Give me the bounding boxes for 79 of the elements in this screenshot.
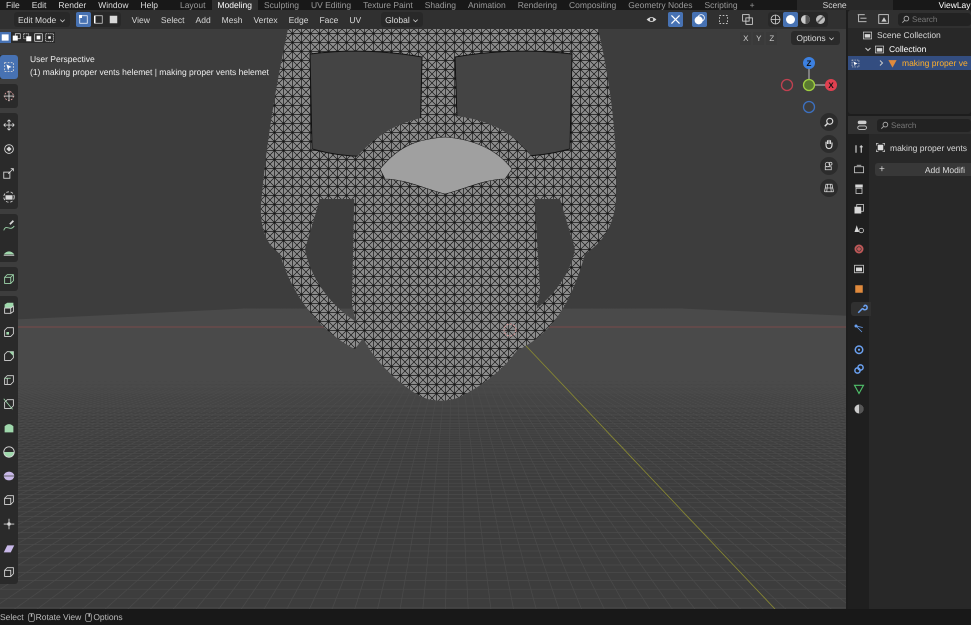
workspace-tab[interactable]: Texture Paint [357, 0, 419, 10]
workspace-tab[interactable]: Modeling [212, 0, 258, 10]
display-mode-icon[interactable] [877, 12, 891, 26]
mesh-select-icon[interactable] [716, 12, 731, 27]
orientation-dropdown[interactable]: Global [381, 12, 424, 27]
add-modifier-button[interactable]: + Add Modifi [875, 163, 971, 176]
options-dropdown[interactable]: Options [791, 31, 840, 45]
search-field[interactable]: Search [898, 12, 971, 26]
xray-icon[interactable] [740, 12, 755, 27]
menu-item[interactable]: UV [349, 14, 362, 24]
material-shading-icon[interactable] [798, 12, 813, 27]
menu-item[interactable]: File [0, 0, 26, 10]
scene-field[interactable]: Scene [796, 0, 893, 10]
menu-item[interactable]: View [132, 14, 150, 24]
camera-icon[interactable] [820, 157, 838, 175]
caret-icon [58, 16, 66, 24]
workspace-tab[interactable]: Scripting [698, 0, 744, 10]
status-hint: Select [0, 612, 24, 622]
menu-item[interactable]: Face [319, 14, 338, 24]
solid-shading-icon[interactable] [783, 12, 798, 27]
zoom-icon[interactable] [820, 113, 838, 131]
properties-editor-icon[interactable] [856, 118, 870, 132]
wireframe-shading-icon[interactable] [768, 12, 783, 27]
menu-item[interactable]: Help [134, 0, 164, 10]
modifier-tab-icon[interactable] [850, 302, 870, 316]
rendered-shading-icon[interactable] [813, 12, 828, 27]
gizmo-icon[interactable] [668, 12, 683, 27]
outliner-row[interactable]: Scene Collection [848, 28, 971, 42]
edit-mode-icon[interactable] [850, 58, 861, 68]
workspace-tab[interactable]: Rendering [512, 0, 564, 10]
menu-item[interactable]: Mesh [222, 14, 242, 24]
hand-icon[interactable] [820, 135, 838, 153]
select-box-tool-icon[interactable] [0, 55, 18, 79]
mouse-icon [28, 612, 35, 622]
disclosure-caret-icon[interactable] [864, 45, 872, 53]
workspace-tab[interactable]: Compositing [563, 0, 622, 10]
grid-icon[interactable] [820, 179, 838, 197]
workspace-tab[interactable]: UV Editing [304, 0, 358, 10]
search-icon [901, 14, 910, 24]
overlay-icon[interactable] [692, 12, 707, 27]
workspace-tab[interactable]: Geometry Nodes [622, 0, 699, 10]
caret-icon [828, 35, 835, 42]
intersect-selection-icon[interactable] [44, 32, 55, 43]
collection-icon [874, 44, 885, 54]
menu-item[interactable]: Add [196, 14, 211, 24]
workspace-tab[interactable]: Animation [462, 0, 512, 10]
invert-selection-icon[interactable] [33, 32, 44, 43]
vertex-select-icon[interactable] [76, 12, 91, 27]
workspace-tab[interactable]: Layout [174, 0, 212, 10]
status-hint: Rotate View [28, 612, 82, 622]
axis-gizmo[interactable]: Z X [779, 55, 839, 115]
object-name: making proper vents [890, 142, 968, 152]
status-hint: Options [85, 612, 123, 622]
add-workspace-button[interactable]: + [744, 0, 761, 10]
workspace-tab[interactable]: Shading [418, 0, 462, 10]
mouse-icon [85, 612, 92, 622]
menu-item[interactable]: Edge [288, 14, 308, 24]
view-layer-field[interactable]: ViewLay [916, 0, 971, 10]
search-icon [880, 120, 889, 130]
collection-icon [862, 30, 873, 40]
menu-item[interactable]: Render [52, 0, 92, 10]
view-name: User Perspective [30, 54, 96, 64]
search-field[interactable]: Search [877, 118, 971, 132]
mode-dropdown[interactable]: Edit Mode [14, 12, 70, 27]
menu-item[interactable]: Select [160, 14, 185, 24]
outliner-row[interactable]: Collection [848, 42, 971, 56]
mesh-icon [887, 58, 898, 68]
workspace-tab[interactable]: Sculpting [258, 0, 305, 10]
extend-selection-icon[interactable] [11, 32, 22, 43]
disclosure-caret-icon[interactable] [877, 59, 885, 67]
menu-item[interactable]: Window [92, 0, 134, 10]
new-selection-icon[interactable] [0, 32, 11, 43]
object-info: (1) making proper vents helemet | making proper vents helemet [30, 67, 269, 77]
menu-item[interactable]: Edit [26, 0, 52, 10]
object-icon [875, 142, 886, 153]
menu-item[interactable]: Vertex [253, 14, 278, 24]
caret-icon [412, 16, 420, 24]
subtract-selection-icon[interactable] [22, 32, 33, 43]
outliner-row[interactable]: making proper ve [848, 56, 971, 70]
